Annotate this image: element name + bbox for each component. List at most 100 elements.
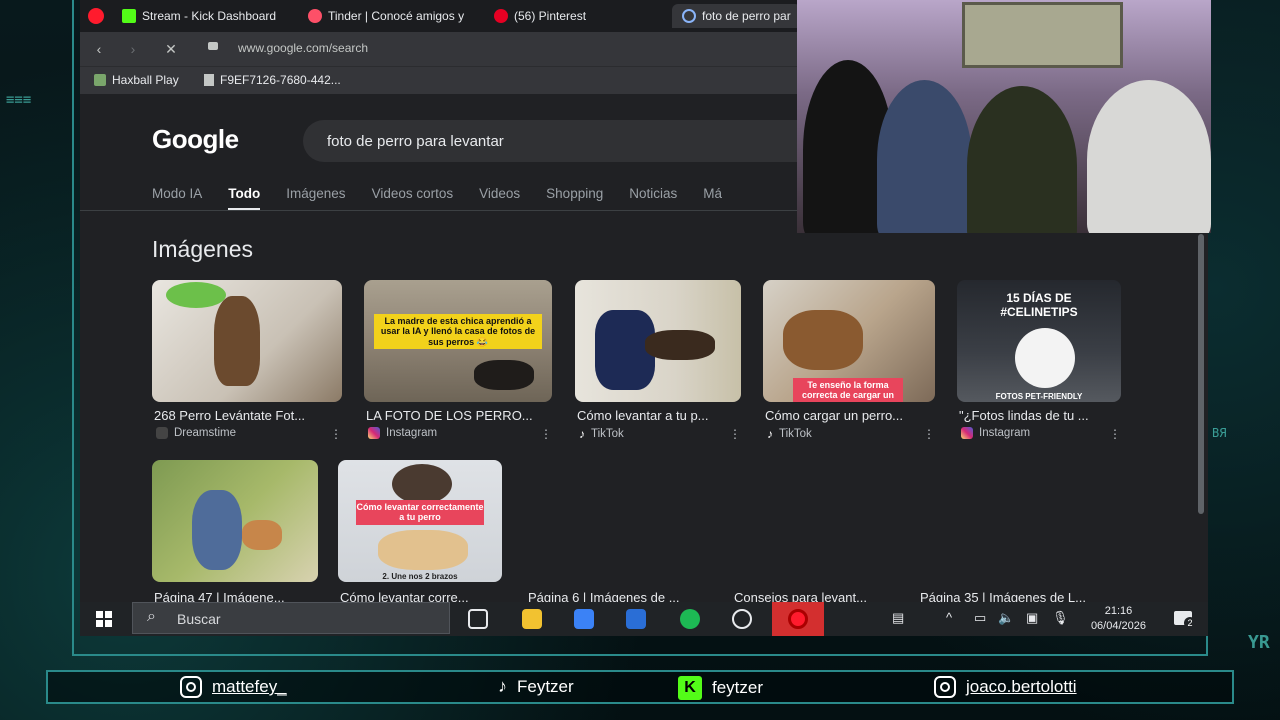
tiktok-icon: ♪ [579,427,585,441]
result-title[interactable]: Página 6 | Imágenes de ... [528,590,680,602]
result-source[interactable]: ♪ TikTok [579,427,624,441]
result-title[interactable]: LA FOTO DE LOS PERRO... [366,408,533,423]
notification-count: 2 [1184,617,1196,629]
chevron-up-icon[interactable]: ^ [946,610,952,625]
kick-icon: K [678,676,702,700]
result-title[interactable]: Consejos para levant... [734,590,867,602]
page-scrollbar[interactable] [1198,234,1204,514]
bookmark-file[interactable]: F9EF7126-7680-442... [204,73,341,87]
mail-icon[interactable] [626,609,646,629]
search-icon: ⌕ [147,608,156,625]
tab-tinder[interactable]: Tinder | Conocé amigos y [308,4,464,28]
result-title[interactable]: Página 35 | Imágenes de L... [920,590,1086,602]
taskbar-clock[interactable]: 21:16 06/04/2026 [1091,604,1146,634]
result-thumbnail[interactable] [152,460,318,582]
network-icon[interactable]: ▭ [974,610,986,626]
more-options-icon[interactable]: ⋮ [330,427,342,441]
result-thumbnail[interactable] [575,280,741,402]
source-label: Instagram [979,427,1031,439]
opera-logo [88,4,104,28]
social-handle: joaco.bertolotti [966,677,1077,696]
stop-loading-icon[interactable]: ✕ [162,40,180,58]
taskbar-search-input[interactable]: ⌕ Buscar [132,602,450,634]
result-thumbnail[interactable] [152,280,342,402]
result-title[interactable]: Cómo levantar a tu p... [577,408,709,423]
result-source[interactable]: ♪ TikTok [767,427,812,441]
spotify-icon[interactable] [680,609,700,629]
volume-icon[interactable]: 🔈 [998,610,1014,626]
microsoft-store-icon[interactable] [574,609,594,629]
tab-label: Tinder | Conocé amigos y [328,9,465,23]
right-overlay-text: YR [1248,632,1270,653]
tab-label: (56) Pinterest [514,9,587,23]
person [967,86,1077,233]
result-thumbnail[interactable]: Cómo levantar correctamente a tu perro 2… [338,460,502,582]
clock-date: 06/04/2026 [1090,620,1146,632]
result-title[interactable]: 268 Perro Levántate Fot... [154,408,305,423]
result-title[interactable]: Cómo cargar un perro... [765,408,903,423]
bookmark-label: F9EF7126-7680-442... [220,73,341,87]
source-label: Instagram [386,427,438,439]
tab-videos-cortos[interactable]: Videos cortos [372,186,454,211]
social-instagram-joaco: joaco.bertolotti [934,676,1077,698]
more-options-icon[interactable]: ⋮ [729,427,741,441]
result-source[interactable]: Dreamstime [156,427,236,439]
result-thumbnail[interactable]: Te enseño la forma correcta de cargar un [763,280,935,402]
tab-imagenes[interactable]: Imágenes [286,186,345,211]
news-icon[interactable]: ▤ [892,610,904,626]
result-title[interactable]: Cómo levantar corre... [340,590,469,602]
tab-kick-dashboard[interactable]: Stream - Kick Dashboard [122,4,276,28]
forward-icon[interactable]: › [124,40,142,58]
result-title[interactable]: "¿Fotos lindas de tu ... [959,408,1089,423]
tab-modo-ia[interactable]: Modo IA [152,186,202,211]
social-handle: feytzer [712,678,764,697]
dreamstime-icon [156,427,168,439]
task-view-icon[interactable] [468,609,488,629]
tab-shopping[interactable]: Shopping [546,186,603,211]
tab-todo[interactable]: Todo [228,186,261,211]
social-kick-feytzer: K feytzer [678,676,763,700]
wall-bill-frame [962,2,1123,68]
windows-start-icon[interactable] [96,611,112,627]
more-options-icon[interactable]: ⋮ [540,427,552,441]
tab-mas[interactable]: Má [703,186,722,211]
thumbnail-caption: La madre de esta chica aprendió a usar l… [374,314,542,350]
camera-icon[interactable]: ▣ [1026,610,1038,626]
result-source[interactable]: Instagram [961,427,1030,439]
back-icon[interactable]: ‹ [90,40,108,58]
tab-label: Stream - Kick Dashboard [142,9,277,23]
tab-noticias[interactable]: Noticias [629,186,677,211]
bookmark-haxball[interactable]: Haxball Play [94,73,179,87]
microphone-icon[interactable]: 🎙 [1052,610,1069,626]
search-query: foto de perro para levantar [327,133,504,150]
instagram-icon [180,676,202,698]
search-placeholder: Buscar [177,611,221,627]
tiktok-icon: ♪ [498,676,507,696]
url-field[interactable]: www.google.com/search [238,41,368,55]
tab-google-search[interactable]: foto de perro par [672,4,801,28]
file-explorer-icon[interactable] [522,609,542,629]
right-overlay-mini-text: ВЯ [1212,426,1227,440]
social-handles-bar: mattefey_ ♪ Feytzer K feytzer joaco.bert… [46,670,1234,704]
search-input[interactable]: foto de perro para levantar [303,120,863,162]
tinder-icon [308,9,322,23]
result-thumbnail[interactable]: 15 DÍAS DE #CELINETIPS FOTOS PET-FRIENDL… [957,280,1121,402]
tab-videos[interactable]: Videos [479,186,520,211]
document-icon [204,74,214,86]
social-handle: mattefey_ [212,677,287,696]
instagram-icon [961,427,973,439]
google-logo[interactable]: Google [152,124,239,155]
lock-icon [208,42,218,50]
source-label: TikTok [591,428,624,440]
more-options-icon[interactable]: ⋮ [923,427,935,441]
search-tabs: Modo IA Todo Imágenes Videos cortos Vide… [152,186,722,211]
obs-icon[interactable] [732,609,752,629]
more-options-icon[interactable]: ⋮ [1109,427,1121,441]
notifications-icon[interactable]: 2 [1174,609,1196,629]
opera-taskbar-button[interactable] [772,602,824,636]
social-tiktok-feytzer: ♪ Feytzer [498,676,574,697]
result-source[interactable]: Instagram [368,427,437,439]
tab-pinterest[interactable]: (56) Pinterest [494,4,586,28]
result-title[interactable]: Página 47 | Imágene... [154,590,285,602]
result-thumbnail[interactable]: La madre de esta chica aprendió a usar l… [364,280,552,402]
